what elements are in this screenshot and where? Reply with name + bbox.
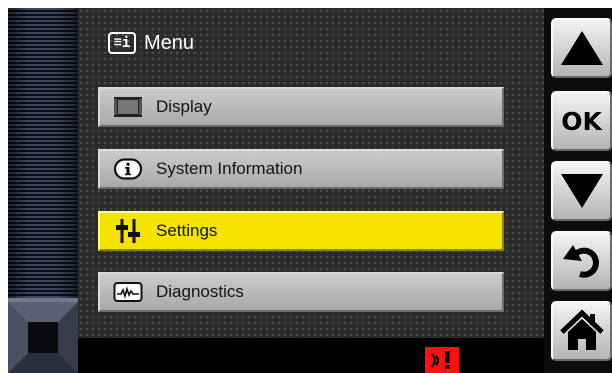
menu-item-label: Display: [156, 97, 212, 116]
back-button[interactable]: [551, 231, 612, 291]
ok-button[interactable]: OK: [551, 91, 612, 151]
menu-screen: ☰ i Menu Display System Information Sett…: [78, 8, 544, 338]
up-arrow-icon: [560, 31, 603, 65]
screen: ☰ i Menu Display System Information Sett…: [0, 0, 612, 373]
diagnostics-waveform-icon: [112, 279, 144, 305]
menu-header: ☰ i Menu: [108, 29, 194, 57]
settings-sliders-icon: [112, 218, 144, 244]
home-button[interactable]: [551, 301, 612, 361]
down-button[interactable]: [551, 161, 612, 221]
menu-item-display[interactable]: Display: [98, 87, 504, 127]
menu-item-diagnostics[interactable]: Diagnostics: [98, 272, 504, 312]
menu-title: Menu: [144, 31, 195, 54]
button-column: OK: [544, 8, 612, 373]
corner-bevel-icon: [8, 302, 78, 373]
menu-item-label: Diagnostics: [156, 282, 244, 301]
down-arrow-icon: [560, 174, 603, 208]
display-icon: [112, 94, 144, 120]
home-icon: [559, 309, 604, 350]
striped-panel-shade: [8, 8, 78, 298]
left-strip: [8, 8, 78, 373]
menu-item-system-information[interactable]: System Information: [98, 149, 504, 189]
menu-item-settings[interactable]: Settings: [98, 211, 504, 251]
corner-icon-tile: [8, 302, 78, 373]
back-arrow-icon: [562, 245, 599, 278]
up-button[interactable]: [551, 18, 612, 78]
status-bar: [78, 338, 544, 373]
menu-icon: ☰ i: [108, 32, 136, 54]
menu-item-label: System Information: [156, 159, 303, 178]
device-display: ☰ i Menu Display System Information Sett…: [8, 8, 612, 373]
ok-label: OK: [561, 106, 602, 136]
alarm-warning-icon[interactable]: [425, 347, 459, 373]
info-icon: [112, 156, 144, 182]
menu-item-label: Settings: [156, 221, 218, 240]
